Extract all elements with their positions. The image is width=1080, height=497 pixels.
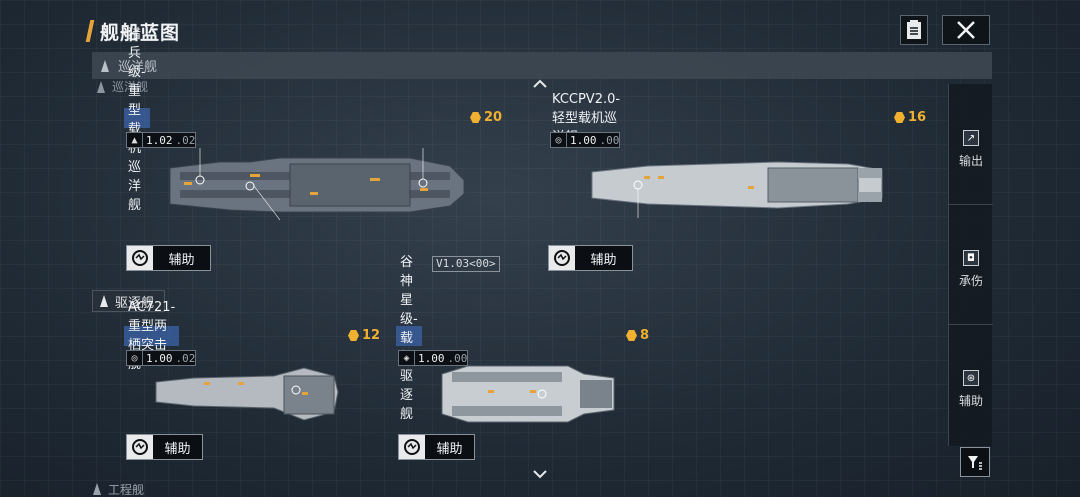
filter-output-label: 输出 bbox=[958, 154, 983, 168]
ship-name: 谷神星级-载机驱逐舰 bbox=[396, 255, 422, 422]
filter-support[interactable]: ⊛ 辅助 bbox=[949, 370, 993, 409]
ship-name: AC721-重型两栖突击舰 bbox=[124, 300, 180, 372]
filter-tank-label: 承伤 bbox=[958, 274, 983, 288]
role-label: 辅助 bbox=[590, 252, 617, 268]
globe-icon: ◎ bbox=[127, 351, 143, 365]
version-main: 1.02 bbox=[146, 133, 173, 147]
cost-icon bbox=[470, 112, 481, 123]
close-button[interactable] bbox=[942, 15, 990, 45]
support-icon: ⊛ bbox=[963, 370, 979, 386]
version-badge: ◎ 1.00.00 bbox=[550, 132, 621, 148]
ship-cost-value: 12 bbox=[362, 328, 381, 343]
section-engineering-label: 工程舰 bbox=[108, 482, 145, 497]
cost-icon bbox=[348, 330, 359, 341]
ship-name: 猎兵级-重型载机巡洋舰 bbox=[124, 27, 150, 213]
role-label: 辅助 bbox=[436, 441, 463, 457]
divider bbox=[949, 324, 993, 325]
engineering-icon bbox=[93, 483, 101, 495]
ship-cost: 8 bbox=[626, 328, 649, 343]
scroll-up-chevron-icon[interactable] bbox=[533, 78, 547, 93]
divider bbox=[949, 204, 993, 205]
role-label: 辅助 bbox=[164, 441, 191, 457]
support-icon bbox=[549, 246, 575, 270]
filter-output[interactable]: ↗ 输出 bbox=[949, 130, 993, 169]
ship-blueprint-image bbox=[155, 367, 339, 421]
blueprint-version-tag: V1.03<00> bbox=[432, 256, 500, 272]
ship-blueprint-image bbox=[169, 148, 465, 221]
close-icon bbox=[957, 21, 975, 39]
ship-blueprint-image bbox=[441, 365, 615, 423]
filter-icon bbox=[968, 456, 982, 470]
ship-cost: 20 bbox=[470, 110, 502, 125]
version-badge: ▲ 1.02.02 bbox=[126, 132, 197, 148]
role-button-support[interactable]: 辅助 bbox=[126, 245, 211, 271]
support-icon bbox=[127, 246, 153, 270]
clipboard-button[interactable] bbox=[900, 15, 928, 45]
destroyer-icon bbox=[100, 295, 108, 307]
filter-support-label: 辅助 bbox=[958, 394, 983, 408]
role-button-support[interactable]: 辅助 bbox=[126, 434, 203, 460]
arrow-icon: ↗ bbox=[963, 130, 979, 146]
shield-icon: ◈ bbox=[399, 351, 415, 365]
ship-name: KCCPV2.0-轻型载机巡洋舰 bbox=[552, 92, 620, 145]
filter-button[interactable] bbox=[960, 447, 990, 477]
ship-cost: 12 bbox=[348, 328, 380, 343]
ship-cost: 16 bbox=[894, 110, 926, 125]
version-sub: .00 bbox=[599, 133, 620, 147]
role-button-support[interactable]: 辅助 bbox=[548, 245, 633, 271]
support-icon bbox=[399, 435, 425, 459]
cost-icon bbox=[626, 330, 637, 341]
rocket-icon: ▲ bbox=[127, 133, 143, 147]
globe-icon: ◎ bbox=[551, 133, 567, 147]
version-main: 1.00 bbox=[570, 133, 597, 147]
scroll-down-chevron-icon[interactable] bbox=[533, 468, 547, 483]
category-bar[interactable]: 巡洋舰 bbox=[92, 52, 992, 79]
cost-icon bbox=[894, 112, 905, 123]
cruiser-icon bbox=[97, 80, 105, 93]
role-filter-panel: ↗ 输出 ◘ 承伤 ⊛ 辅助 bbox=[948, 84, 993, 446]
ship-cost-value: 8 bbox=[640, 328, 650, 343]
shield-icon: ◘ bbox=[963, 250, 979, 266]
ship-blueprint-image bbox=[591, 161, 883, 218]
role-button-support[interactable]: 辅助 bbox=[398, 434, 475, 460]
cruiser-icon bbox=[101, 59, 109, 72]
section-engineering-partial: 工程舰 bbox=[92, 481, 212, 497]
ship-cost-value: 16 bbox=[908, 110, 927, 125]
clipboard-icon bbox=[907, 20, 921, 39]
ship-cost-value: 20 bbox=[484, 110, 503, 125]
support-icon bbox=[127, 435, 153, 459]
filter-tank[interactable]: ◘ 承伤 bbox=[949, 250, 993, 289]
version-sub: .02 bbox=[175, 133, 196, 147]
role-label: 辅助 bbox=[168, 252, 195, 268]
